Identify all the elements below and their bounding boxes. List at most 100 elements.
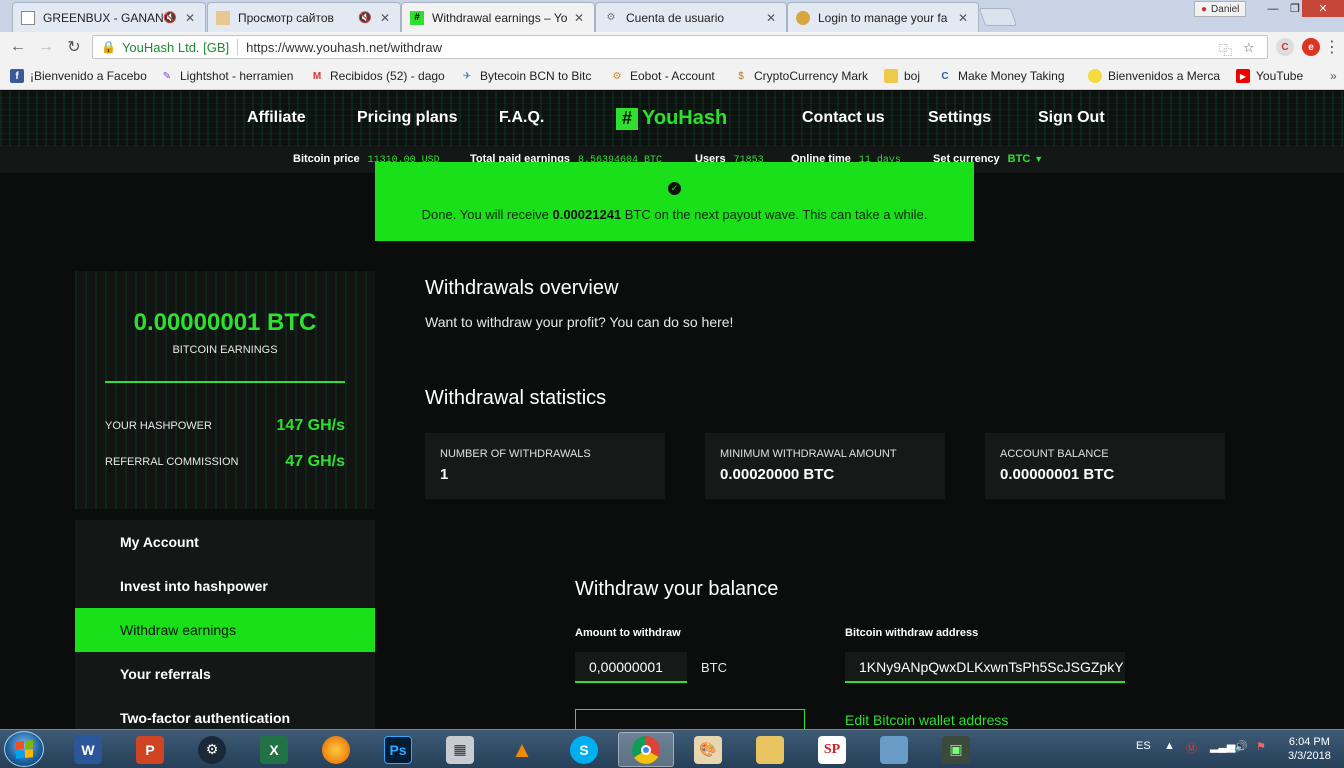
menu-item-my-account[interactable]: My Account bbox=[75, 520, 375, 564]
tab-sites[interactable]: Просмотр сайтов 🔇 ✕ bbox=[207, 2, 401, 32]
tab-label: GREENBUX - GANANC bbox=[43, 10, 164, 25]
bitcoin-address-input[interactable] bbox=[845, 652, 1125, 683]
taskbar-skype[interactable]: S bbox=[556, 732, 612, 767]
reload-button[interactable]: ↻ bbox=[64, 37, 84, 57]
stat-card-value: 1 bbox=[440, 466, 449, 483]
close-tab-icon[interactable]: ✕ bbox=[572, 11, 586, 25]
windows-logo-icon bbox=[15, 739, 33, 759]
close-tab-icon[interactable]: ✕ bbox=[183, 11, 197, 25]
bookmark-gmail[interactable]: M Recibidos (52) - dago bbox=[310, 67, 448, 85]
taskbar-photoshop[interactable]: Ps bbox=[370, 732, 426, 767]
bookmark-lightshot[interactable]: ✎ Lightshot - herramien bbox=[160, 67, 298, 85]
taskbar-powerpoint[interactable]: P bbox=[122, 732, 178, 767]
close-tab-icon[interactable]: ✕ bbox=[764, 11, 778, 25]
bookmark-label: YouTube bbox=[1256, 69, 1304, 83]
taskbar-excel[interactable]: X bbox=[246, 732, 302, 767]
show-hidden-icons-icon[interactable]: ▲ bbox=[1164, 740, 1175, 752]
powerpoint-icon: P bbox=[136, 735, 164, 764]
taskbar-calculator[interactable]: ▦ bbox=[432, 732, 488, 767]
photoshop-icon: Ps bbox=[384, 735, 412, 764]
language-indicator[interactable]: ES bbox=[1136, 740, 1151, 752]
tab-login[interactable]: Login to manage your fa ✕ bbox=[787, 2, 979, 32]
bookmarks-overflow-button[interactable]: » bbox=[1330, 67, 1342, 85]
taskbar-steam[interactable]: ⚙ bbox=[184, 732, 240, 767]
mute-icon[interactable]: 🔇 bbox=[163, 11, 177, 24]
taskbar-explorer[interactable] bbox=[742, 732, 798, 767]
tab-label: Cuenta de usuario bbox=[626, 10, 725, 25]
start-button[interactable] bbox=[4, 731, 44, 767]
menu-item-withdraw-earnings[interactable]: Withdraw earnings bbox=[75, 608, 375, 652]
youhash-logo[interactable]: # YouHash bbox=[616, 107, 727, 130]
bookmark-youtube[interactable]: ▶ YouTube bbox=[1236, 67, 1316, 85]
menu-item-referrals[interactable]: Your referrals bbox=[75, 652, 375, 696]
bookmark-boj[interactable]: boj bbox=[884, 67, 929, 85]
youtube-icon: ▶ bbox=[1236, 69, 1250, 83]
bookmark-eobot[interactable]: ⚙ Eobot - Account bbox=[610, 67, 725, 85]
tab-cuenta[interactable]: ⚙ Cuenta de usuario ✕ bbox=[595, 2, 787, 32]
bookmark-cryptocurrency[interactable]: $ CryptoCurrency Mark bbox=[734, 67, 872, 85]
bookmark-mercado[interactable]: Bienvenidos a Merca bbox=[1088, 67, 1226, 85]
taskbar-monitor[interactable]: ▣ bbox=[928, 732, 984, 767]
mute-icon[interactable]: 🔇 bbox=[358, 11, 372, 24]
tab-greenbux[interactable]: GREENBUX - GANANC 🔇 ✕ bbox=[12, 2, 206, 32]
nav-affiliate[interactable]: Affiliate bbox=[247, 109, 306, 127]
close-window-button[interactable]: ✕ bbox=[1302, 0, 1344, 17]
menu-item-invest[interactable]: Invest into hashpower bbox=[75, 564, 375, 608]
extension-e-icon[interactable]: e bbox=[1302, 38, 1320, 56]
nav-faq[interactable]: F.A.Q. bbox=[499, 109, 544, 127]
nav-settings[interactable]: Settings bbox=[928, 109, 991, 127]
mega-icon[interactable]: Ⓜ bbox=[1186, 740, 1197, 756]
taskbar-firefox[interactable] bbox=[308, 732, 364, 767]
bookmark-label: ¡Bienvenido a Facebo bbox=[30, 69, 147, 83]
nav-sign-out[interactable]: Sign Out bbox=[1038, 109, 1105, 127]
currency-select[interactable]: BTC bbox=[1008, 153, 1031, 165]
forward-button[interactable]: → bbox=[36, 37, 56, 57]
close-tab-icon[interactable]: ✕ bbox=[956, 11, 970, 25]
account-menu: My Account Invest into hashpower Withdra… bbox=[75, 520, 375, 729]
edit-wallet-link[interactable]: Edit Bitcoin wallet address bbox=[845, 712, 1008, 728]
amount-input[interactable] bbox=[575, 652, 687, 683]
close-tab-icon[interactable]: ✕ bbox=[378, 11, 392, 25]
alert-prefix: Done. You will receive bbox=[421, 206, 553, 222]
lightshot-icon: ✎ bbox=[162, 70, 172, 82]
nav-contact-us[interactable]: Contact us bbox=[802, 109, 885, 127]
bookmark-bytecoin[interactable]: ✈ Bytecoin BCN to Bitc bbox=[460, 67, 598, 85]
facebook-icon: f bbox=[10, 69, 24, 83]
minimize-button[interactable]: — bbox=[1262, 0, 1284, 17]
monitor-icon: ▣ bbox=[942, 735, 970, 764]
referral-label: REFERRAL COMMISSION bbox=[105, 456, 239, 468]
caret-down-icon[interactable]: ▼ bbox=[1034, 154, 1043, 164]
bookmark-label: Bienvenidos a Merca bbox=[1108, 69, 1221, 83]
page-icon bbox=[216, 10, 230, 25]
taskbar-paint[interactable]: 🎨 bbox=[680, 732, 736, 767]
stat-card-label: MINIMUM WITHDRAWAL AMOUNT bbox=[720, 448, 897, 460]
nav-pricing-plans[interactable]: Pricing plans bbox=[357, 109, 457, 127]
extension-c-icon[interactable]: C bbox=[1276, 38, 1294, 56]
profile-badge[interactable]: ● Daniel bbox=[1194, 1, 1247, 17]
signal-icon[interactable]: ▂▃▅ bbox=[1210, 740, 1235, 753]
back-button[interactable]: ← bbox=[8, 37, 28, 57]
system-clock[interactable]: 6:04 PM 3/3/2018 bbox=[1288, 735, 1331, 763]
withdraw-button[interactable] bbox=[575, 709, 805, 729]
bookmark-star-icon[interactable]: ☆ bbox=[1243, 40, 1255, 56]
taskbar-photo-viewer[interactable] bbox=[866, 732, 922, 767]
clock-date: 3/3/2018 bbox=[1288, 750, 1331, 762]
translate-icon[interactable]: ⿻ bbox=[1219, 40, 1232, 59]
new-tab-button[interactable] bbox=[978, 8, 1018, 26]
url-text[interactable]: https://www.youhash.net/withdraw bbox=[246, 40, 442, 55]
volume-icon[interactable]: 🔊 bbox=[1234, 740, 1248, 753]
bookmark-facebook[interactable]: f ¡Bienvenido a Facebo bbox=[10, 67, 148, 85]
menu-item-two-factor[interactable]: Two-factor authentication bbox=[75, 696, 375, 729]
security-flag-icon[interactable]: ⚑ bbox=[1256, 740, 1266, 753]
bookmark-label: boj bbox=[904, 69, 921, 83]
bookmark-make-money[interactable]: C Make Money Taking bbox=[938, 67, 1076, 85]
plane-icon: ✈ bbox=[462, 70, 472, 82]
menu-kebab-icon[interactable]: ⋮ bbox=[1322, 37, 1342, 57]
tab-withdrawal[interactable]: # Withdrawal earnings – Yo ✕ bbox=[401, 2, 595, 32]
taskbar-word[interactable]: W bbox=[60, 732, 116, 767]
taskbar-vlc[interactable]: ▲ bbox=[494, 732, 550, 767]
taskbar-sp[interactable]: SP bbox=[804, 732, 860, 767]
address-bar[interactable]: 🔒 YouHash Ltd. [GB] https://www.youhash.… bbox=[92, 35, 1268, 59]
amount-unit: BTC bbox=[701, 660, 727, 675]
taskbar-chrome[interactable] bbox=[618, 732, 674, 767]
